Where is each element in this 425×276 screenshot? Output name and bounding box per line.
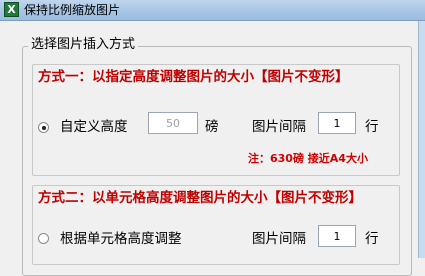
cell-height-label[interactable]: 根据单元格高度调整 — [60, 231, 182, 248]
method1-title: 方式一：以指定高度调整图片的大小【图片不变形】 — [38, 69, 349, 85]
custom-height-radio[interactable] — [38, 122, 49, 133]
window-title: 保持比例缩放图片 — [24, 3, 121, 17]
method1-spacing-unit: 行 — [365, 119, 379, 135]
a4-size-note: 注：630磅 接近A4大小 — [248, 152, 368, 165]
method2-title: 方式二：以单元格高度调整图片的大小【图片不变形】 — [38, 190, 362, 206]
custom-height-label[interactable]: 自定义高度 — [60, 119, 128, 136]
height-input[interactable] — [148, 112, 198, 134]
height-unit-label: 磅 — [205, 119, 219, 135]
excel-icon: X — [4, 2, 19, 17]
window-right-border — [418, 21, 425, 258]
cell-height-radio[interactable] — [38, 233, 49, 244]
title-bar[interactable]: X 保持比例缩放图片 — [0, 0, 425, 21]
method2-spacing-input[interactable] — [318, 225, 356, 247]
method2-spacing-unit: 行 — [365, 231, 379, 247]
method2-spacing-label: 图片间隔 — [252, 231, 306, 247]
dialog-window: X 保持比例缩放图片 选择图片插入方式 方式一：以指定高度调整图片的大小【图片不… — [0, 0, 425, 276]
method1-spacing-input[interactable] — [318, 112, 356, 134]
insert-method-group-legend: 选择图片插入方式 — [28, 37, 139, 53]
method1-spacing-label: 图片间隔 — [252, 119, 306, 135]
